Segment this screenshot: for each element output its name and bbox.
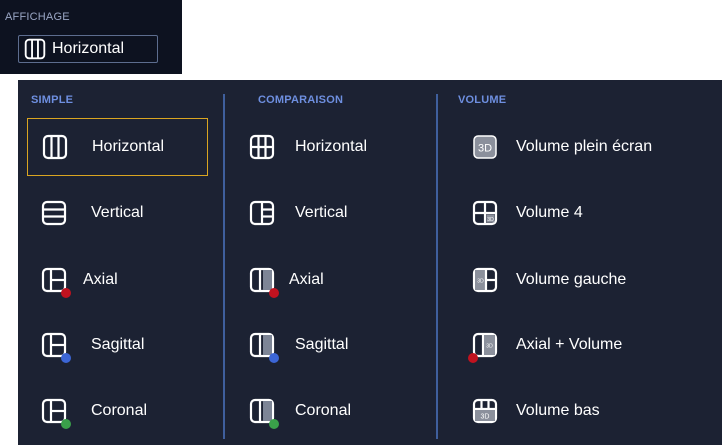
layout-item-label: Volume plein écran — [516, 138, 653, 155]
column-divider — [436, 94, 438, 439]
section-title-volume: VOLUME — [458, 94, 507, 106]
layout-item-label: Volume 4 — [516, 204, 583, 221]
red-dot-indicator — [468, 353, 478, 363]
layout-item-axial-plus-volume[interactable]: 3D Axial + Volume — [458, 316, 720, 374]
layout-item-label: Axial — [289, 271, 324, 288]
blue-dot-indicator — [61, 353, 71, 363]
column-divider — [223, 94, 225, 439]
svg-text:3D: 3D — [487, 217, 494, 223]
layout-item-simple-axial[interactable]: Axial — [27, 251, 208, 309]
svg-text:3D: 3D — [477, 279, 484, 285]
layout-item-simple-coronal[interactable]: Coronal — [27, 382, 208, 440]
layout-item-comparaison-sagittal[interactable]: Sagittal — [245, 316, 420, 374]
green-dot-indicator — [269, 419, 279, 429]
layout-item-volume-plein-ecran[interactable]: 3D Volume plein écran — [458, 118, 720, 176]
layout-item-label: Sagittal — [295, 336, 349, 353]
svg-text:3D: 3D — [478, 143, 492, 155]
volume-3d-fullscreen-icon: 3D — [472, 134, 498, 160]
layout-3-rows-icon — [41, 200, 67, 226]
svg-text:3D: 3D — [486, 344, 493, 350]
layout-item-label: Coronal — [91, 402, 148, 419]
layout-item-volume-bas[interactable]: 3D Volume bas — [458, 382, 720, 440]
layout-item-simple-vertical[interactable]: Vertical — [27, 184, 208, 242]
current-layout-button[interactable]: Horizontal — [18, 35, 158, 63]
layout-item-comparaison-horizontal[interactable]: Horizontal — [245, 118, 420, 176]
layout-menu-panel: SIMPLE COMPARAISON VOLUME Horizontal Ver… — [18, 80, 722, 445]
layout-item-label: Vertical — [91, 204, 144, 221]
layout-item-comparaison-vertical[interactable]: Vertical — [245, 184, 420, 242]
layout-split-left-icon — [41, 398, 71, 429]
layout-item-label: Horizontal — [92, 138, 165, 155]
layout-split-left-icon — [41, 332, 71, 363]
layout-item-label: Axial — [83, 271, 118, 288]
axial-plus-volume-icon: 3D — [468, 332, 498, 363]
red-dot-indicator — [269, 288, 279, 298]
svg-text:3D: 3D — [481, 414, 490, 421]
layout-item-label: Coronal — [295, 402, 352, 419]
layout-item-label: Vertical — [295, 204, 348, 221]
layout-item-label: Sagittal — [91, 336, 145, 353]
layout-split-left-icon — [41, 267, 71, 298]
volume-left-icon: 3D — [472, 267, 498, 293]
layout-toolbar: AFFICHAGE Horizontal — [0, 0, 182, 74]
layout-compare-2-columns-icon — [249, 267, 279, 298]
volume-bottom-icon: 3D — [472, 398, 498, 424]
layout-item-volume-gauche[interactable]: 3D Volume gauche — [458, 251, 720, 309]
blue-dot-indicator — [269, 353, 279, 363]
layout-item-label: Horizontal — [295, 138, 368, 155]
layout-item-comparaison-axial[interactable]: Axial — [245, 251, 420, 309]
layout-item-volume-4[interactable]: 3D Volume 4 — [458, 184, 720, 242]
section-title-simple: SIMPLE — [31, 94, 74, 106]
green-dot-indicator — [61, 419, 71, 429]
layout-item-simple-sagittal[interactable]: Sagittal — [27, 316, 208, 374]
affichage-label: AFFICHAGE — [5, 11, 70, 23]
volume-4-grid-icon: 3D — [472, 200, 498, 226]
current-layout-label: Horizontal — [52, 40, 125, 57]
layout-item-label: Volume bas — [516, 402, 600, 419]
layout-item-simple-horizontal[interactable]: Horizontal — [27, 118, 208, 176]
layout-compare-2-columns-icon — [249, 332, 279, 363]
layout-3-columns-icon — [24, 38, 46, 60]
red-dot-indicator — [61, 288, 71, 298]
section-title-comparaison: COMPARAISON — [258, 94, 344, 106]
layout-item-comparaison-coronal[interactable]: Coronal — [245, 382, 420, 440]
layout-item-label: Axial + Volume — [516, 336, 623, 353]
layout-grid-2x3-icon — [249, 200, 275, 226]
layout-grid-3x2-icon — [249, 134, 275, 160]
layout-3-columns-icon — [42, 134, 68, 160]
layout-item-label: Volume gauche — [516, 271, 627, 288]
layout-compare-2-columns-icon — [249, 398, 279, 429]
